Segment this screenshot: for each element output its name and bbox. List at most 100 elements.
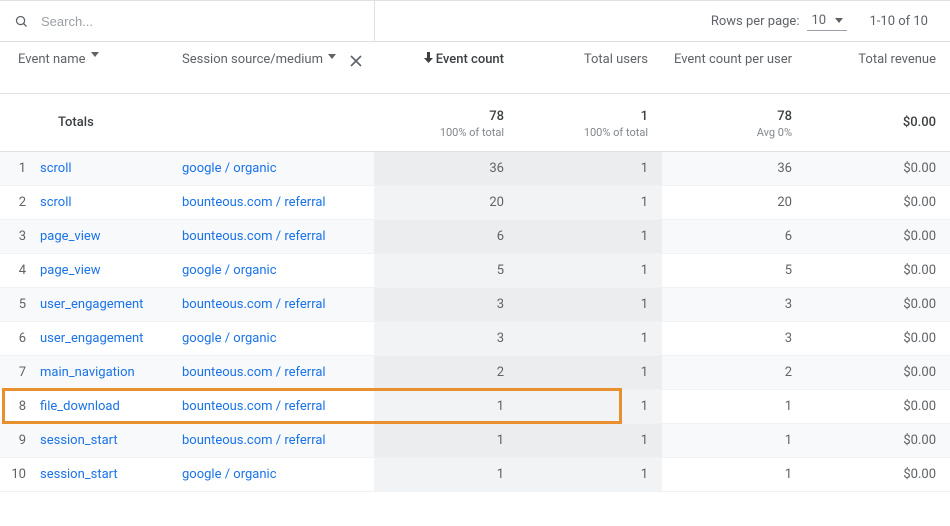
cell-total-users: 1 [518,186,662,219]
cell-event-count: 5 [374,254,518,287]
cell-total-revenue: $0.00 [806,229,950,244]
rows-per-page: Rows per page: 10 [711,11,848,31]
cell-event-count: 2 [374,356,518,389]
event-name-link[interactable]: scroll [40,161,182,176]
search-input[interactable] [39,13,374,30]
cell-event-count-per-user: 20 [662,195,806,210]
cell-total-revenue: $0.00 [806,297,950,312]
metric-header-event-count-per-user[interactable]: Event count per user [662,42,806,67]
cell-event-count-per-user: 1 [662,433,806,448]
cell-event-count-per-user: 3 [662,331,806,346]
search-container [0,1,374,41]
cell-total-users: 1 [518,254,662,287]
cell-total-users: 1 [518,322,662,355]
totals-m3-value: 78 [668,109,792,124]
cell-event-count: 36 [374,152,518,185]
remove-dimension-button[interactable] [348,52,374,68]
cell-total-users: 1 [518,458,662,491]
cell-total-revenue: $0.00 [806,365,950,380]
dimension-headers: Event name Session source/medium [0,42,374,93]
cell-event-count-per-user: 6 [662,229,806,244]
cell-total-users: 1 [518,424,662,457]
table-row: 7main_navigationbounteous.com / referral… [0,356,950,390]
source-medium-link[interactable]: google / organic [182,467,374,482]
primary-dimension-header[interactable]: Event name [0,42,182,69]
metric-headers: Event count Total users Event count per … [374,42,950,67]
event-name-link[interactable]: page_view [40,229,182,244]
cell-event-count-per-user: 3 [662,297,806,312]
row-index: 1 [0,161,40,176]
column-header-row: Event name Session source/medium [0,42,950,94]
cell-total-revenue: $0.00 [806,263,950,278]
table-row: 10session_startgoogle / organic111$0.00 [0,458,950,492]
sort-arrow-down-icon [424,52,433,63]
source-medium-link[interactable]: bounteous.com / referral [182,399,374,414]
rows-per-page-value: 10 [811,13,826,28]
cell-event-count: 6 [374,220,518,253]
cell-event-count-per-user: 5 [662,263,806,278]
cell-event-count: 1 [374,458,518,491]
event-name-link[interactable]: page_view [40,263,182,278]
table-row: 9session_startbounteous.com / referral11… [0,424,950,458]
source-medium-link[interactable]: bounteous.com / referral [182,297,374,312]
cell-total-revenue: $0.00 [806,433,950,448]
totals-m1-sub: 100% of total [380,126,504,139]
event-name-link[interactable]: user_engagement [40,297,182,312]
event-name-link[interactable]: session_start [40,433,182,448]
cell-event-count-per-user: 1 [662,399,806,414]
row-index: 5 [0,297,40,312]
metric-header-event-count[interactable]: Event count [374,42,518,67]
event-name-link[interactable]: user_engagement [40,331,182,346]
totals-label: Totals [0,94,374,151]
source-medium-link[interactable]: google / organic [182,263,374,278]
row-index: 3 [0,229,40,244]
cell-total-users: 1 [518,390,662,423]
cell-event-count-per-user: 36 [662,161,806,176]
row-index: 4 [0,263,40,278]
secondary-dimension-label: Session source/medium [182,52,323,69]
cell-event-count: 3 [374,288,518,321]
pagination-bar: Rows per page: 10 1-10 of 10 [375,11,950,31]
row-index: 2 [0,195,40,210]
event-name-link[interactable]: scroll [40,195,182,210]
event-name-link[interactable]: session_start [40,467,182,482]
source-medium-link[interactable]: bounteous.com / referral [182,195,374,210]
cell-event-count: 20 [374,186,518,219]
source-medium-link[interactable]: bounteous.com / referral [182,365,374,380]
cell-total-users: 1 [518,152,662,185]
data-table: 1scrollgoogle / organic36136$0.002scroll… [0,152,950,492]
source-medium-link[interactable]: google / organic [182,331,374,346]
cell-total-revenue: $0.00 [806,399,950,414]
metric-header-total-users[interactable]: Total users [518,42,662,67]
table-row: 1scrollgoogle / organic36136$0.00 [0,152,950,186]
event-name-link[interactable]: main_navigation [40,365,182,380]
row-index: 7 [0,365,40,380]
totals-row: Totals 78100% of total 1100% of total 78… [0,94,950,152]
totals-m2-value: 1 [524,109,648,124]
event-name-link[interactable]: file_download [40,399,182,414]
rows-per-page-select[interactable]: 10 [807,11,847,31]
pagination-range: 1-10 of 10 [869,14,928,29]
totals-m3-sub: Avg 0% [668,126,792,139]
table-row: 8file_downloadbounteous.com / referral 11… [0,390,950,424]
top-bar: Rows per page: 10 1-10 of 10 [0,0,950,42]
table-row: 3page_viewbounteous.com / referral616$0.… [0,220,950,254]
dropdown-icon [328,52,336,59]
row-index: 10 [0,467,40,482]
primary-dimension-label: Event name [18,52,86,69]
metric-header-total-revenue[interactable]: Total revenue [806,42,950,67]
totals-m2-sub: 100% of total [524,126,648,139]
dropdown-icon [835,18,843,23]
secondary-dimension-header[interactable]: Session source/medium [182,42,374,69]
source-medium-link[interactable]: bounteous.com / referral [182,433,374,448]
row-index: 8 [0,399,40,414]
source-medium-link[interactable]: google / organic [182,161,374,176]
cell-total-revenue: $0.00 [806,331,950,346]
cell-event-count: 1 [374,424,518,457]
cell-total-revenue: $0.00 [806,467,950,482]
totals-m4-value: $0.00 [812,115,936,130]
search-icon [14,14,29,29]
source-medium-link[interactable]: bounteous.com / referral [182,229,374,244]
cell-event-count-per-user: 2 [662,365,806,380]
cell-total-revenue: $0.00 [806,161,950,176]
